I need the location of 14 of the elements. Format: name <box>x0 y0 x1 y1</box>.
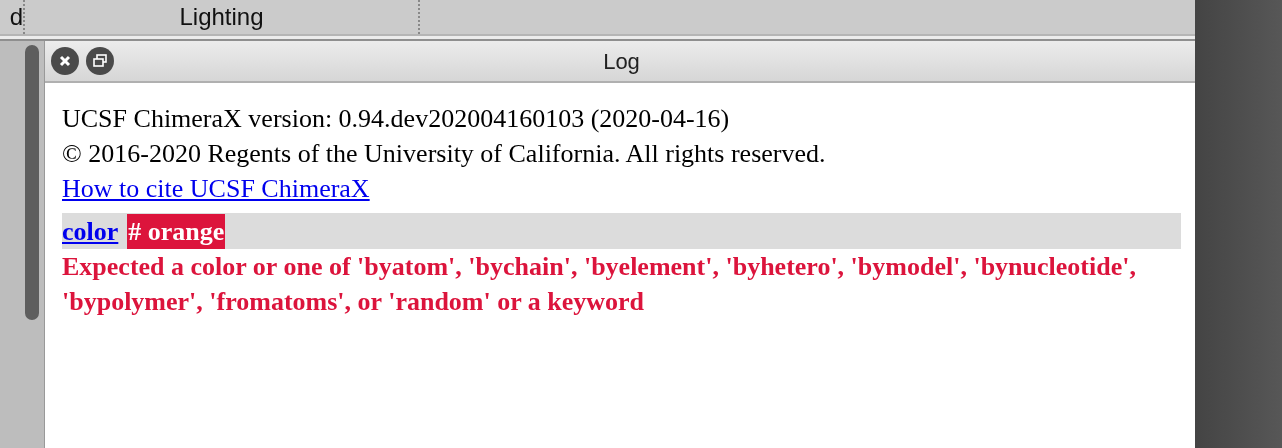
command-argument: # orange <box>127 213 226 249</box>
close-button[interactable] <box>51 47 79 75</box>
undock-button[interactable] <box>86 47 114 75</box>
scrollbar-thumb[interactable] <box>25 45 39 320</box>
windows-icon <box>92 54 108 68</box>
command-link[interactable]: color <box>62 213 119 249</box>
cite-link[interactable]: How to cite UCSF ChimeraX <box>62 171 370 206</box>
log-text: UCSF ChimeraX version: 0.94.dev202004160103 (2020-04-16) <box>62 103 730 135</box>
close-icon <box>58 54 72 68</box>
log-text: © 2016-2020 Regents of the University of California. All rights reserved. <box>62 138 826 170</box>
tab[interactable]: Lighting <box>25 0 420 34</box>
tab[interactable]: d <box>0 0 25 34</box>
panel-title: Log <box>602 47 641 76</box>
error-message: Expected a color or one of 'byatom', 'bychain', 'byelement', 'byhetero', 'bymodel', 'bynucleotide', 'bypolymer', 'fromatoms', or 'random' or a keyword <box>62 251 1137 318</box>
